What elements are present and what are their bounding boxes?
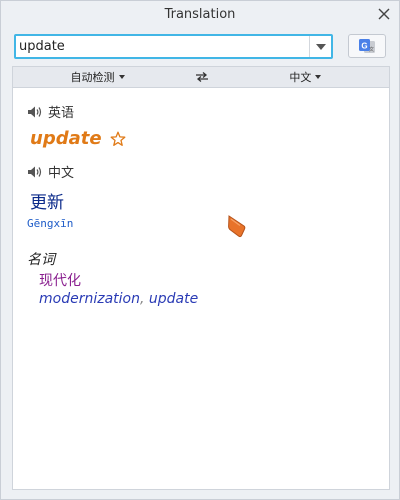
sense-separator: ,: [139, 291, 145, 307]
search-input[interactable]: [16, 36, 309, 57]
history-dropdown-button[interactable]: [309, 36, 331, 57]
result-panel: 英语 update 中文 更新 Gēngxīn 名词 现代化 moderniza…: [12, 88, 390, 490]
source-language-name: 英语: [48, 106, 75, 121]
sense-english: modernization, update: [39, 291, 198, 307]
google-translate-icon: G 文: [359, 39, 375, 53]
sense-english-term: modernization: [39, 291, 140, 307]
search-box: [14, 34, 333, 59]
title-bar: Translation: [1, 1, 399, 27]
swap-icon: [195, 72, 208, 82]
close-icon: [378, 8, 390, 20]
headword-row: update: [30, 128, 126, 149]
translation-text: 更新: [30, 193, 64, 213]
part-of-speech: 名词: [27, 252, 55, 268]
caret-down-icon: [118, 75, 125, 79]
language-bar: 自动检测 中文: [12, 66, 390, 88]
source-language-selector[interactable]: 自动检测: [13, 67, 182, 87]
caret-down-icon: [315, 75, 322, 79]
target-language-row: 中文: [27, 162, 74, 181]
speaker-icon[interactable]: [27, 165, 43, 179]
svg-text:文: 文: [369, 46, 374, 53]
sense-english-term: update: [148, 291, 199, 307]
target-language-selector[interactable]: 中文: [222, 67, 389, 87]
swap-languages-button[interactable]: [182, 67, 222, 87]
target-language-label: 中文: [289, 71, 312, 84]
source-language-label: 自动检测: [70, 71, 115, 84]
svg-text:G: G: [361, 42, 367, 51]
star-outline-icon[interactable]: [110, 131, 126, 147]
headword: update: [30, 128, 102, 149]
sense-chinese: 现代化: [39, 273, 81, 289]
close-button[interactable]: [375, 5, 393, 23]
source-language-row: 英语: [27, 102, 74, 121]
pinyin-text: Gēngxīn: [27, 217, 74, 230]
target-language-name: 中文: [48, 166, 75, 181]
window-title: Translation: [164, 6, 236, 22]
chevron-down-icon: [315, 43, 326, 50]
translation-window: Translation G 文 自动检测: [0, 0, 400, 500]
speaker-icon[interactable]: [27, 105, 43, 119]
translate-button[interactable]: G 文: [348, 34, 386, 58]
